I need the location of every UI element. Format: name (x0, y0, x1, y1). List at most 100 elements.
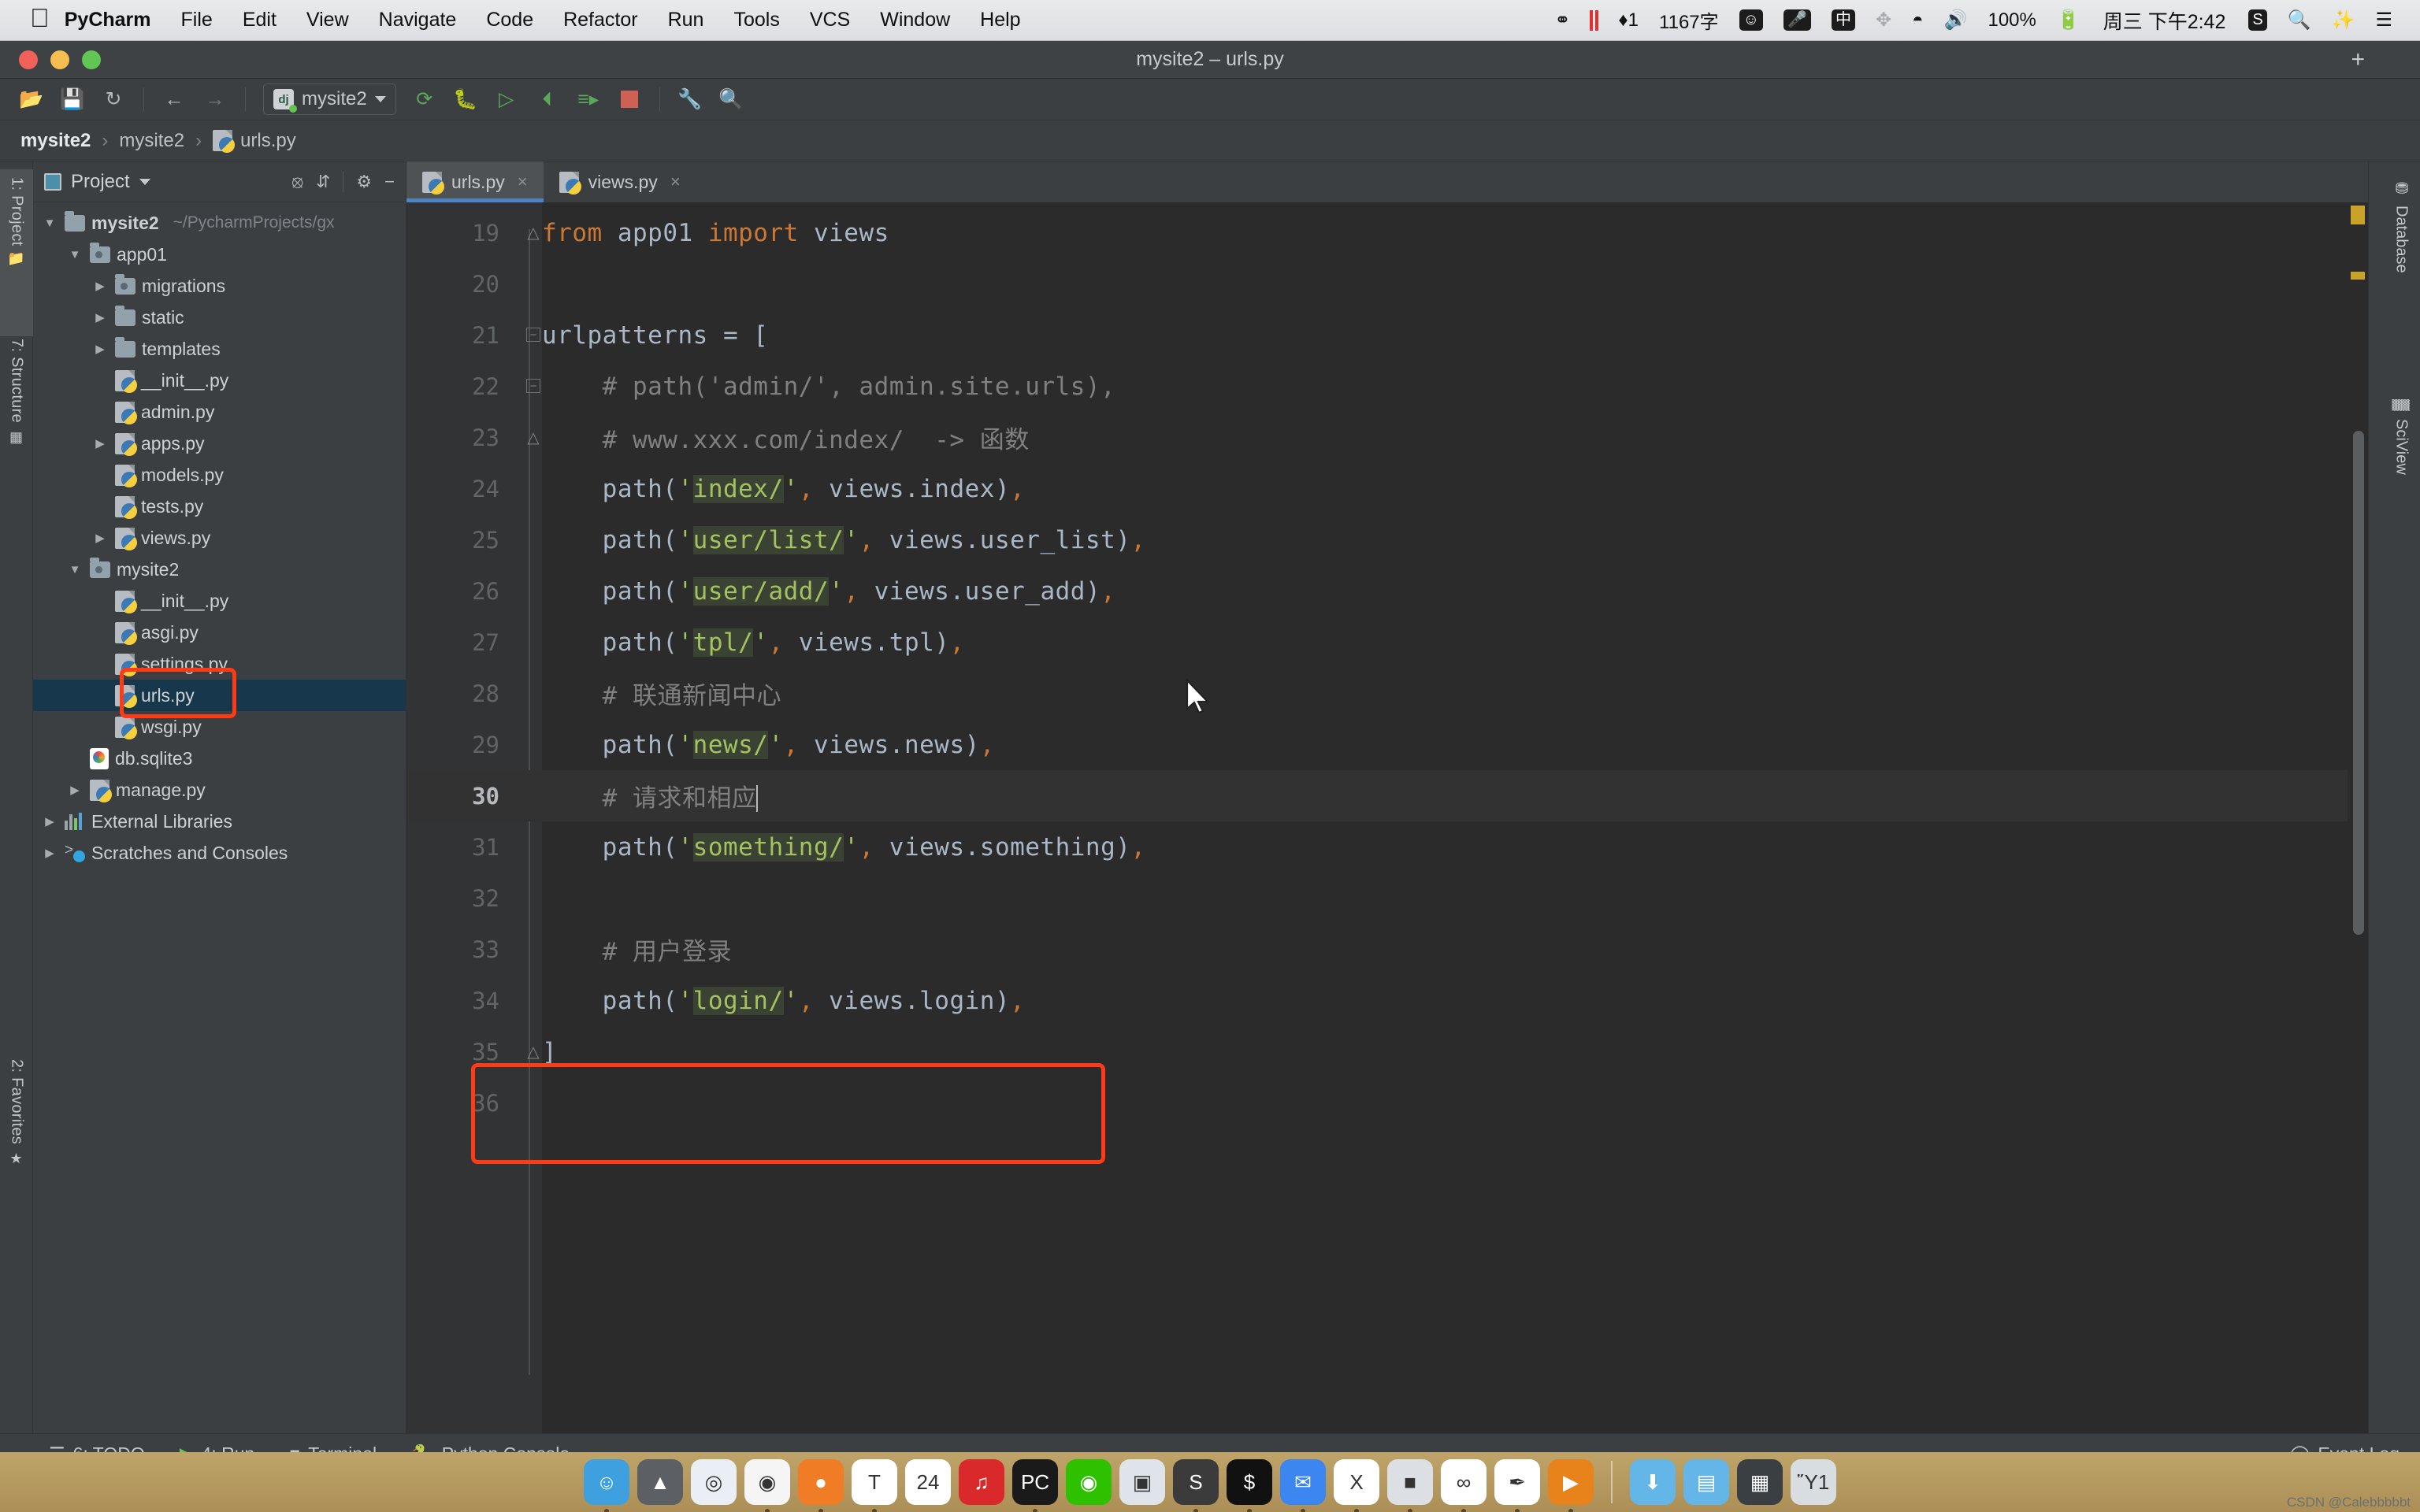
tree-item-static[interactable]: ▶ static (33, 302, 406, 333)
code-line-30[interactable]: 30 # 请求和相应 (406, 770, 2368, 821)
scrollbar-marker-warning[interactable] (2351, 206, 2365, 224)
code-line-36[interactable]: 36 (406, 1077, 2368, 1128)
pycharm-icon[interactable]: PC (1012, 1459, 1058, 1512)
search-everywhere-icon[interactable]: 🔍 (711, 82, 752, 117)
chevron-right-icon[interactable]: ▶ (91, 310, 109, 324)
menu-item-navigate[interactable]: Navigate (364, 9, 472, 32)
excel-icon[interactable]: X (1334, 1459, 1379, 1512)
code-line-28[interactable]: 28 # 联通新闻中心 (406, 668, 2368, 719)
tool-tab-sciview[interactable]: ▓ SciView (2385, 390, 2417, 521)
rerun-icon[interactable]: ⟳ (404, 82, 445, 117)
run-configuration-selector[interactable]: dj mysite2 (263, 83, 396, 115)
tree-item---init---py[interactable]: ▶__init__.py (33, 585, 406, 617)
menu-item-refactor[interactable]: Refactor (548, 9, 652, 32)
chrome-icon[interactable]: ◉ (744, 1459, 790, 1512)
vlc-orange-icon[interactable]: ▶ (1548, 1459, 1594, 1512)
mic-icon[interactable]: 🎤 (1773, 9, 1821, 31)
tree-item-mysite2[interactable]: ▼ mysite2 ~/PycharmProjects/gx (33, 207, 406, 239)
tree-item-admin-py[interactable]: ▶admin.py (33, 396, 406, 428)
menu-item-file[interactable]: File (166, 9, 228, 32)
chevron-right-icon[interactable]: ▶ (91, 531, 109, 545)
tree-item-asgi-py[interactable]: ▶asgi.py (33, 617, 406, 648)
launchpad-icon[interactable]: ▲ (637, 1459, 683, 1505)
chevron-right-icon[interactable]: ▶ (41, 846, 58, 860)
tree-item-views-py[interactable]: ▶ views.py (33, 522, 406, 554)
editor-tab-views-py[interactable]: views.py × (543, 161, 696, 202)
plus-icon[interactable]: + (2351, 46, 2365, 73)
tree-item-db-sqlite3[interactable]: ▶db.sqlite3 (33, 743, 406, 774)
menu-item-window[interactable]: Window (865, 9, 965, 32)
tool-tab-project[interactable]: 1: Project 📁 (0, 169, 33, 336)
locate-target-icon[interactable]: ⦻ (291, 172, 303, 192)
safari-icon[interactable]: ◎ (691, 1459, 737, 1505)
breadcrumb-item-mysite2[interactable]: mysite2 (119, 130, 184, 152)
trash-icon[interactable]: Ὕ1 (1791, 1459, 1836, 1505)
terminal-dark-icon[interactable]: $ (1227, 1459, 1272, 1512)
tree-item-models-py[interactable]: ▶models.py (33, 459, 406, 491)
close-icon[interactable]: × (518, 172, 528, 192)
breadcrumb-item-mysite2[interactable]: mysite2 (20, 130, 91, 152)
sublime-icon[interactable]: S (1173, 1459, 1219, 1512)
forward-arrow-icon[interactable]: → (195, 82, 236, 117)
hide-minus-icon[interactable]: − (384, 172, 395, 192)
tool-tab-favorites[interactable]: 2: Favorites ★ (0, 1051, 33, 1243)
photos-icon[interactable]: ▣ (1119, 1459, 1165, 1505)
chevron-right-icon[interactable]: ▶ (66, 783, 84, 797)
documents-folder-icon[interactable]: ▤ (1683, 1459, 1729, 1505)
spotlight-search-icon[interactable]: 🔍 (2277, 9, 2322, 32)
menu-item-help[interactable]: Help (965, 9, 1035, 32)
code-line-32[interactable]: 32 (406, 873, 2368, 924)
volume-icon[interactable]: 🔊 (1934, 9, 1978, 32)
typora-icon[interactable]: T (852, 1459, 897, 1512)
profile-icon[interactable]: ⏴ (527, 82, 568, 117)
menu-item-vcs[interactable]: VCS (795, 9, 865, 32)
run-with-console-icon[interactable]: ≡▸ (568, 82, 609, 117)
wrench-settings-icon[interactable]: 🔧 (670, 82, 711, 117)
chevron-down-icon[interactable] (374, 96, 386, 102)
wechat-icon[interactable]: ◉ (1066, 1459, 1112, 1505)
tree-item-mysite2[interactable]: ▼ mysite2 (33, 554, 406, 585)
scrollbar-marker-2[interactable] (2351, 272, 2365, 280)
chevron-down-icon[interactable] (139, 178, 150, 185)
code-line-27[interactable]: 27 path('tpl/', views.tpl), (406, 617, 2368, 668)
menu-item-code[interactable]: Code (471, 9, 548, 32)
chevron-right-icon[interactable]: ▶ (91, 342, 109, 356)
netease-music-icon[interactable]: ♫ (959, 1459, 1004, 1505)
fold-marker-line-35[interactable]: △ (525, 1043, 542, 1061)
finder-icon[interactable]: ☺ (584, 1459, 629, 1512)
code-line-22[interactable]: 22 # path('admin/', admin.site.urls), (406, 361, 2368, 412)
chevron-right-icon[interactable]: ▶ (41, 814, 58, 828)
debug-bug-icon[interactable]: 🐛 (445, 82, 486, 117)
chevron-down-icon[interactable]: ▼ (66, 248, 84, 261)
calendar-icon[interactable]: 24 (905, 1459, 951, 1505)
menu-item-pycharm[interactable]: PyCharm (50, 9, 166, 32)
tree-item-urls-py[interactable]: ▶urls.py (33, 680, 406, 711)
sync-refresh-icon[interactable]: ↻ (93, 82, 134, 117)
code-area[interactable]: 19 from app01 import views △ 20 21 urlpattern… (406, 202, 2368, 1447)
flag-badge-icon[interactable]: ♦ 1 (1608, 9, 1649, 32)
code-lines[interactable]: 19 from app01 import views △ 20 21 urlpattern… (406, 202, 2368, 1447)
tree-item-settings-py[interactable]: ▶settings.py (33, 648, 406, 680)
menu-item-run[interactable]: Run (653, 9, 719, 32)
scrollbar-thumb[interactable] (2353, 431, 2364, 935)
code-line-23[interactable]: 23 # www.xxx.com/index/ -> 函数 (406, 412, 2368, 463)
tree-item-external-libraries[interactable]: ▶ External Libraries (33, 806, 406, 837)
tree-item-app01[interactable]: ▼ app01 (33, 239, 406, 270)
tree-item-migrations[interactable]: ▶ migrations (33, 270, 406, 302)
clock-label[interactable]: 周三 下午2:42 (2091, 6, 2239, 35)
fold-marker-line-19[interactable]: △ (525, 224, 542, 242)
stop-icon[interactable] (609, 82, 650, 117)
siri-icon[interactable]: ✨ (2322, 9, 2366, 32)
tree-item-apps-py[interactable]: ▶ apps.py (33, 428, 406, 459)
editor-scrollbar[interactable] (2348, 202, 2368, 1447)
chevron-down-icon[interactable]: ▼ (41, 217, 58, 230)
downloads-folder-icon[interactable]: ⬇ (1630, 1459, 1676, 1505)
back-arrow-icon[interactable]: ← (154, 82, 195, 117)
xcode-like-icon[interactable]: ✒ (1494, 1459, 1540, 1512)
fold-marker-line-22[interactable]: − (525, 377, 542, 395)
tool-tab-structure[interactable]: 7: Structure ▦ (0, 331, 33, 523)
chevron-down-icon[interactable]: ▼ (66, 563, 84, 576)
remote-desktop-icon[interactable]: ■ (1387, 1459, 1433, 1512)
tree-item-manage-py[interactable]: ▶ manage.py (33, 774, 406, 806)
fold-marker-line-23[interactable]: △ (525, 428, 542, 447)
